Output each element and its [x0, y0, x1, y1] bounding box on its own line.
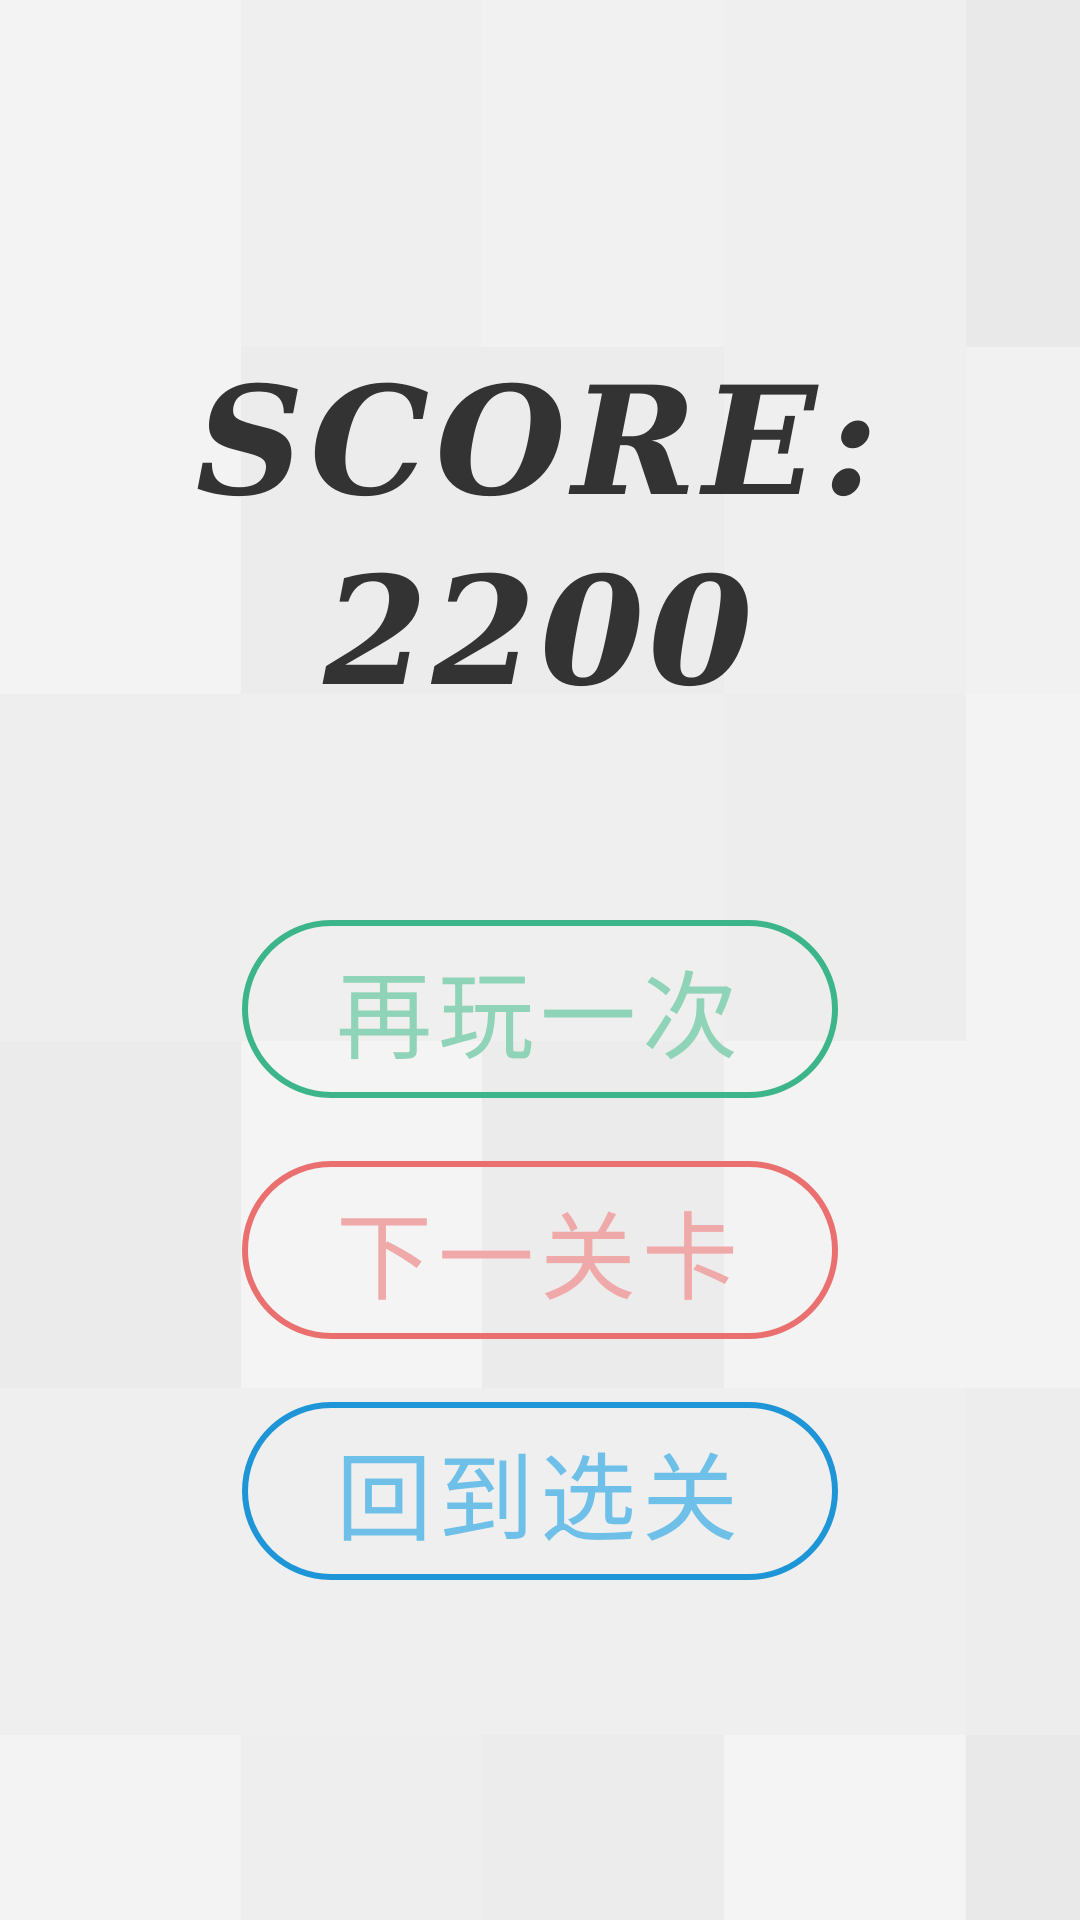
background-tile [966, 1735, 1080, 1920]
background-tile [482, 1735, 724, 1920]
background-tile [0, 1735, 241, 1920]
background-tile [0, 694, 241, 1041]
score-value: 2200 [323, 544, 757, 720]
next-level-button[interactable]: 下一关卡 [242, 1161, 838, 1339]
background-tile [241, 1735, 482, 1920]
background-tile [724, 0, 966, 347]
background-tile [966, 1041, 1080, 1388]
background-tile [482, 0, 724, 347]
background-tile [0, 0, 241, 347]
background-tile [966, 0, 1080, 347]
level-select-button[interactable]: 回到选关 [242, 1402, 838, 1580]
replay-button[interactable]: 再玩一次 [242, 920, 838, 1098]
background-tile [241, 0, 482, 347]
background-tile [966, 1388, 1080, 1735]
background-tile [0, 1388, 241, 1735]
background-tile [0, 1041, 241, 1388]
score-label: SCORE: [195, 354, 885, 530]
background-tile [966, 694, 1080, 1041]
background-tile [724, 1735, 966, 1920]
